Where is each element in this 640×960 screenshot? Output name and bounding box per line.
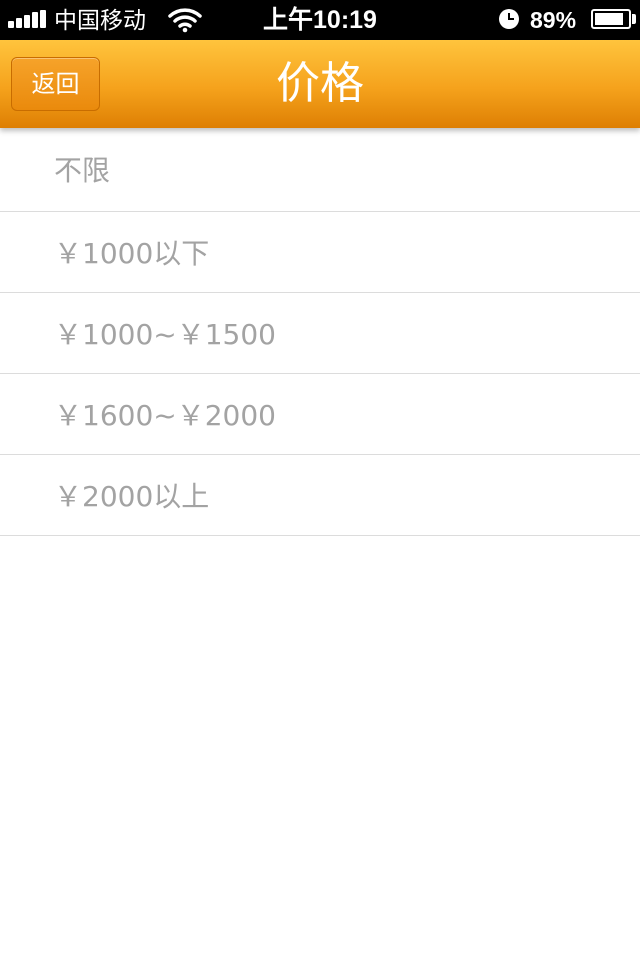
battery-fill: [595, 13, 623, 25]
price-option-1600-2000[interactable]: ￥1600~￥2000: [0, 374, 640, 455]
price-option-unlimited[interactable]: 不限: [0, 128, 640, 212]
battery-icon: [591, 9, 631, 29]
price-option-over-2000[interactable]: ￥2000以上: [0, 455, 640, 536]
battery-percent: 89%: [530, 7, 577, 33]
navigation-bar: 价格 返回: [0, 40, 640, 128]
battery-tip: [632, 14, 636, 24]
status-bar: 中国移动 上午10:19 89%: [0, 0, 640, 40]
price-option-list: 不限 ￥1000以下 ￥1000~￥1500 ￥1600~￥2000 ￥2000…: [0, 128, 640, 536]
alarm-icon: [499, 9, 519, 29]
price-option-1000-1500[interactable]: ￥1000~￥1500: [0, 293, 640, 374]
back-button[interactable]: 返回: [11, 57, 100, 111]
price-option-under-1000[interactable]: ￥1000以下: [0, 212, 640, 293]
